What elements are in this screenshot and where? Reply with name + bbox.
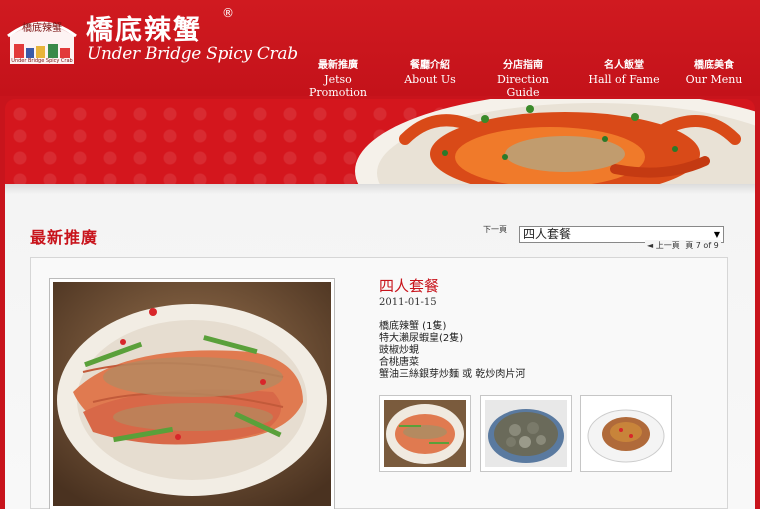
nav-label-cn: 最新推廣 bbox=[318, 60, 358, 71]
nav-jetso-promotion[interactable]: 最新推廣 Jetso Promotion bbox=[298, 56, 378, 99]
page-count: 頁 7 of 9 bbox=[685, 241, 719, 250]
prev-page-triangle-icon: ◄ bbox=[647, 241, 654, 250]
main-dish-photo bbox=[49, 278, 335, 509]
nav-label-en: Direction Guide bbox=[497, 73, 549, 99]
pager-controls: ◄ 上一頁 頁 7 of 9 bbox=[645, 240, 721, 251]
item-title: 四人套餐 bbox=[379, 277, 440, 295]
menu-line: 橋底辣蟹 (1隻) bbox=[379, 321, 447, 332]
nav-label-en: Jetso Promotion bbox=[309, 73, 367, 99]
registered-mark: ® bbox=[222, 6, 234, 20]
content-area: 最新推廣 下一頁 四人套餐 ▼ ◄ 上一頁 頁 7 of 9 四人套餐 2011… bbox=[5, 184, 755, 509]
nav-label-cn: 分店指南 bbox=[503, 60, 543, 71]
nav-label-en: About Us bbox=[404, 73, 456, 86]
set-menu-list: 橋底辣蟹 (1隻) 特大瀨尿蝦皇(2隻) 豉椒炒蜆 合桃唐菜 蟹油三絲銀芽炒麵 … bbox=[379, 321, 525, 381]
crab-plate-image bbox=[355, 99, 755, 184]
item-date: 2011-01-15 bbox=[379, 297, 437, 308]
section-title: 最新推廣 bbox=[30, 228, 99, 247]
nav-label-cn: 橋底美食 bbox=[694, 60, 734, 71]
thumbnail-clams[interactable] bbox=[480, 395, 572, 472]
site-header: 橋底辣蟹 Under Bridge Spicy Crab 橋底辣蟹 ® Unde… bbox=[0, 0, 760, 99]
menu-line: 蟹油三絲銀芽炒麵 或 乾炒肉片河 bbox=[379, 369, 526, 380]
nav-label-cn: 名人飯堂 bbox=[604, 60, 644, 71]
menu-line: 豉椒炒蜆 bbox=[379, 345, 419, 356]
hero-banner bbox=[5, 99, 755, 184]
thumbnail-noodles[interactable] bbox=[580, 395, 672, 472]
nav-hall-of-fame[interactable]: 名人飯堂 Hall of Fame bbox=[588, 56, 660, 86]
nav-about-us[interactable]: 餐廳介紹 About Us bbox=[395, 56, 465, 86]
nav-label-en: Hall of Fame bbox=[588, 73, 660, 86]
prev-page-link[interactable]: 上一頁 bbox=[656, 241, 680, 250]
emblem-text: 橋底辣蟹 bbox=[22, 21, 62, 34]
next-page-link[interactable]: 下一頁 bbox=[483, 224, 507, 235]
item-select-value: 四人套餐 bbox=[523, 227, 572, 241]
promotion-panel: 四人套餐 2011-01-15 橋底辣蟹 (1隻) 特大瀨尿蝦皇(2隻) 豉椒炒… bbox=[30, 257, 728, 509]
nav-our-menu[interactable]: 橋底美食 Our Menu bbox=[683, 56, 745, 86]
brand-name-cn[interactable]: 橋底辣蟹 bbox=[86, 8, 202, 47]
nav-direction-guide[interactable]: 分店指南 Direction Guide bbox=[482, 56, 564, 99]
menu-line: 合桃唐菜 bbox=[379, 357, 419, 368]
nav-label-cn: 餐廳介紹 bbox=[410, 60, 450, 71]
thumbnail-shrimp[interactable] bbox=[379, 395, 471, 472]
nav-label-en: Our Menu bbox=[685, 73, 743, 86]
main-nav: 最新推廣 Jetso Promotion 餐廳介紹 About Us 分店指南 … bbox=[0, 56, 760, 99]
menu-line: 特大瀨尿蝦皇(2隻) bbox=[379, 333, 464, 344]
